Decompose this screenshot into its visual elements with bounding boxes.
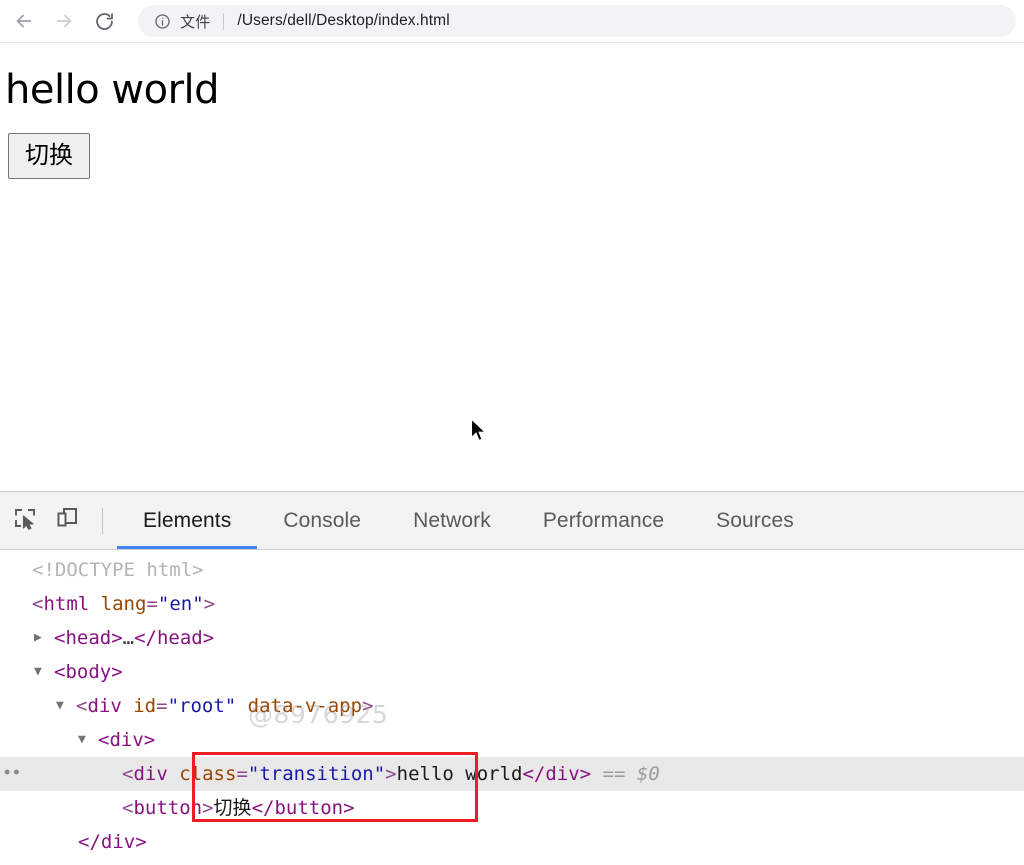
- html-attr-lang: lang: [100, 593, 147, 615]
- root-eq: =: [156, 695, 168, 717]
- root-lt: <: [76, 695, 88, 717]
- twisty-placeholder: ▶: [12, 553, 29, 587]
- dom-row-head[interactable]: ▶ <head>… </head>: [0, 621, 1024, 655]
- root-attr-id-value: "root": [167, 695, 237, 717]
- btn-close-tag: </button>: [251, 797, 355, 819]
- twisty-placeholder: ▶: [12, 587, 29, 621]
- dom-row-body[interactable]: ▼ <body>: [0, 655, 1024, 689]
- btn-gt: >: [202, 797, 214, 819]
- dom-row-selected-transition-div[interactable]: •• < div class = "transition" > hello world </…: [0, 757, 1024, 791]
- head-ellipsis: …: [122, 627, 135, 649]
- tab-console[interactable]: Console: [257, 492, 387, 549]
- omnibox-scheme-label: 文件: [180, 13, 211, 31]
- html-gt: >: [203, 593, 216, 615]
- sel-gt: >: [385, 763, 397, 785]
- inspect-element-icon: [12, 505, 38, 536]
- html-lt: <: [32, 593, 44, 615]
- sel-dollar-zero: $0: [636, 763, 660, 785]
- omnibox-separator: [223, 12, 225, 30]
- toolbar-divider: [102, 507, 103, 534]
- html-eq: =: [146, 593, 158, 615]
- tab-network-label: Network: [413, 508, 491, 532]
- device-toolbar-button[interactable]: [46, 500, 88, 542]
- info-circle-icon[interactable]: [152, 11, 172, 31]
- close-div-tag: </div>: [78, 831, 147, 853]
- sel-attr-class-value[interactable]: "transition": [248, 757, 385, 791]
- tab-performance-label: Performance: [542, 508, 665, 532]
- tab-sources-label: Sources: [716, 508, 794, 532]
- omnibox-url-text: /Users/dell/Desktop/index.html: [237, 12, 450, 29]
- back-button[interactable]: [4, 1, 44, 41]
- arrow-right-icon: [53, 10, 75, 32]
- dom-row-inner-div[interactable]: ▼ <div>: [0, 723, 1024, 757]
- twisty-collapsed-icon[interactable]: ▶: [34, 621, 51, 655]
- btn-text-node: 切换: [213, 797, 252, 819]
- forward-button[interactable]: [44, 1, 84, 41]
- body-open-tag: <body>: [54, 661, 123, 683]
- tab-network[interactable]: Network: [387, 492, 517, 549]
- reload-button[interactable]: [84, 1, 124, 41]
- tab-elements[interactable]: Elements: [117, 492, 258, 549]
- page-viewport: hello world 切换: [0, 43, 1024, 491]
- root-attr-id: id: [133, 695, 157, 717]
- btn-tag-name: button: [133, 797, 203, 819]
- browser-toolbar: 文件 /Users/dell/Desktop/index.html: [0, 0, 1024, 43]
- dom-row-doctype[interactable]: ▶ <!DOCTYPE html>: [0, 553, 1024, 587]
- dom-tree[interactable]: ▶ <!DOCTYPE html> ▶ <html lang="en"> ▶ <…: [0, 550, 1024, 865]
- tab-elements-label: Elements: [143, 508, 232, 532]
- root-gt: >: [362, 695, 374, 717]
- dom-row-root-div[interactable]: ▼ < div id = "root" data-v-app >: [0, 689, 1024, 723]
- tab-sources[interactable]: Sources: [690, 492, 820, 549]
- sel-text-node: hello world: [396, 763, 523, 785]
- clipped-close-tag: </div>: [56, 859, 125, 865]
- sel-equals: ==: [602, 763, 626, 785]
- devtools-tabs: Elements Console Network Performance Sou…: [117, 492, 1024, 549]
- dom-row-button[interactable]: < button > 切换 </button>: [0, 791, 1024, 825]
- mouse-pointer-icon: [470, 417, 488, 444]
- sel-close-tag: </div>: [522, 763, 592, 785]
- page-title: hello world: [5, 67, 220, 113]
- arrow-left-icon: [13, 10, 35, 32]
- address-bar[interactable]: 文件 /Users/dell/Desktop/index.html: [138, 5, 1016, 37]
- sel-lt: <: [122, 763, 134, 785]
- tab-console-label: Console: [283, 508, 362, 532]
- sel-attr-class[interactable]: class: [179, 757, 236, 791]
- dom-row-close-inner-div[interactable]: </div>: [0, 825, 1024, 859]
- html-tag-name: html: [43, 593, 90, 615]
- inner-div-open-tag: <div>: [98, 729, 156, 751]
- devtools-panel: Elements Console Network Performance Sou…: [0, 491, 1024, 865]
- head-open-tag: <head>: [54, 627, 123, 649]
- inspect-element-button[interactable]: [4, 500, 46, 542]
- doctype-text: <!DOCTYPE html>: [32, 559, 204, 581]
- reload-icon: [94, 11, 115, 32]
- twisty-expanded-icon[interactable]: ▼: [34, 655, 51, 689]
- devtools-toolbar: Elements Console Network Performance Sou…: [0, 492, 1024, 550]
- sel-eq: =: [236, 763, 248, 785]
- dom-row-clipped[interactable]: </div>: [0, 859, 1024, 865]
- dom-row-html[interactable]: ▶ <html lang="en">: [0, 587, 1024, 621]
- twisty-expanded-icon[interactable]: ▼: [78, 723, 95, 757]
- device-toolbar-icon: [54, 505, 80, 536]
- head-close-tag: </head>: [134, 627, 215, 649]
- btn-lt: <: [122, 797, 134, 819]
- root-attr-data-v-app: data-v-app: [247, 695, 363, 717]
- html-attr-value: "en": [157, 593, 204, 615]
- twisty-expanded-icon[interactable]: ▼: [56, 689, 73, 723]
- toggle-button[interactable]: 切换: [8, 133, 90, 179]
- sel-tag-name: div: [133, 763, 168, 785]
- selected-row-marker: ••: [2, 763, 22, 784]
- tab-performance[interactable]: Performance: [517, 492, 690, 549]
- root-tag-name: div: [87, 695, 122, 717]
